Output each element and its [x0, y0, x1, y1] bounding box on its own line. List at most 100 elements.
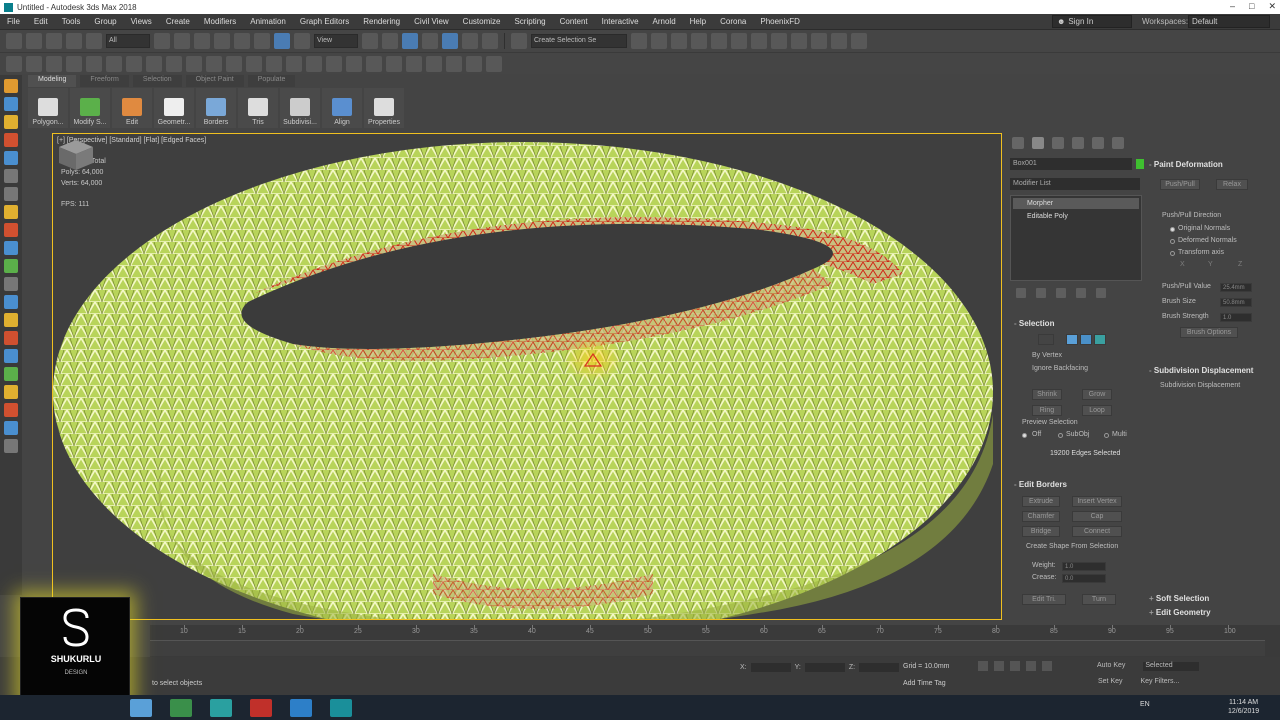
app-icon-green[interactable] [170, 698, 192, 717]
paint-tool-icon[interactable] [4, 223, 18, 237]
edit-borders-rollout-title[interactable]: Edit Borders [1014, 480, 1067, 489]
keyboard-shortcut-icon[interactable] [402, 33, 418, 49]
transform-axis-radio[interactable] [1170, 251, 1175, 256]
spacewarp-tool-icon[interactable] [4, 187, 18, 201]
clock[interactable]: 11:14 AM 12/6/2019 [1228, 698, 1259, 716]
sun-icon[interactable] [166, 55, 182, 72]
rendered-frame-icon[interactable] [791, 33, 807, 49]
menu-arnold[interactable]: Arnold [646, 17, 683, 26]
brush-size-spinner[interactable]: 50.8mm [1220, 298, 1252, 307]
z-coord-field[interactable] [859, 663, 900, 672]
camera-icon[interactable] [226, 55, 242, 72]
edit-named-sets-icon[interactable] [511, 33, 527, 49]
configure-sets-icon[interactable] [1096, 288, 1106, 298]
grow-button[interactable]: Grow [1082, 389, 1112, 400]
menu-animation[interactable]: Animation [243, 17, 293, 26]
brush-strength-spinner[interactable]: 1.0 [1220, 313, 1252, 322]
object-color-swatch[interactable] [1136, 159, 1144, 169]
motion-tab-icon[interactable] [1072, 137, 1084, 149]
add-time-tag-button[interactable]: Add Time Tag [903, 680, 946, 687]
curve-editor-icon[interactable] [711, 33, 727, 49]
undo-icon[interactable] [6, 33, 22, 49]
auto-key-button[interactable]: Auto Key [1097, 662, 1125, 669]
edit-tri-button[interactable]: Edit Tri. [1022, 594, 1066, 605]
menu-civil-view[interactable]: Civil View [407, 17, 456, 26]
pivot-icon[interactable] [362, 33, 378, 49]
object-name-field[interactable]: Box001 [1010, 158, 1132, 170]
selection-filter-dropdown[interactable]: All [106, 34, 150, 48]
maximize-icon[interactable]: □ [1249, 1, 1254, 12]
window-crossing-icon[interactable] [214, 33, 230, 49]
pin-stack-icon[interactable] [1016, 288, 1026, 298]
vertex-mode-icon[interactable] [1038, 334, 1054, 345]
goto-start-icon[interactable] [978, 661, 988, 671]
prev-frame-icon[interactable] [994, 661, 1004, 671]
ribbon-modify-button[interactable]: Modify S... [70, 88, 110, 128]
ribbon-edit-button[interactable]: Edit [112, 88, 152, 128]
extrude-tool-icon[interactable] [4, 259, 18, 273]
sphere-icon[interactable] [126, 55, 142, 72]
ref-coord-dropdown[interactable]: View [314, 34, 358, 48]
axis-z-label[interactable]: Z [1238, 261, 1242, 268]
modifier-list-dropdown[interactable]: Modifier List [1010, 178, 1140, 190]
target-tool-icon[interactable] [4, 331, 18, 345]
teapot-icon[interactable] [66, 55, 82, 72]
display-tab-icon[interactable] [1092, 137, 1104, 149]
cut-tool-icon[interactable] [4, 241, 18, 255]
snapshot-icon[interactable] [326, 55, 342, 72]
paint-icon[interactable] [306, 55, 322, 72]
tab-selection[interactable]: Selection [132, 75, 182, 87]
menu-tools[interactable]: Tools [55, 17, 88, 26]
tab-object-paint[interactable]: Object Paint [185, 75, 244, 87]
render-teapot-icon[interactable] [86, 55, 102, 72]
fluid-icon[interactable] [206, 55, 222, 72]
modify-tab-icon[interactable] [1032, 137, 1044, 149]
menu-edit[interactable]: Edit [27, 17, 55, 26]
frame-buffer-icon[interactable] [446, 55, 462, 72]
schematic-view-icon[interactable] [731, 33, 747, 49]
menu-scripting[interactable]: Scripting [507, 17, 552, 26]
ring-button[interactable]: Ring [1032, 405, 1062, 416]
pin-icon[interactable] [466, 55, 482, 72]
key-mode-dropdown[interactable]: Selected [1143, 662, 1200, 671]
soft-selection-rollout-title[interactable]: Soft Selection [1149, 594, 1209, 603]
ribbon-borders-button[interactable]: Borders [196, 88, 236, 128]
globe-icon[interactable] [266, 55, 282, 72]
connect-tool-icon[interactable] [4, 349, 18, 363]
light-icon[interactable] [146, 55, 162, 72]
ribbon-align-button[interactable]: Align [322, 88, 362, 128]
array-icon[interactable] [346, 55, 362, 72]
render-production-icon[interactable] [831, 33, 847, 49]
connect-button[interactable]: Connect [1072, 526, 1122, 537]
phoenix-icon[interactable] [426, 55, 442, 72]
menu-corona[interactable]: Corona [713, 17, 753, 26]
menu-views[interactable]: Views [124, 17, 159, 26]
torus-wireframe-mesh[interactable] [53, 134, 1002, 620]
material-editor-icon[interactable] [751, 33, 767, 49]
unlink-icon[interactable] [66, 33, 82, 49]
align-icon[interactable] [651, 33, 667, 49]
place-icon[interactable] [294, 33, 310, 49]
menu-content[interactable]: Content [553, 17, 595, 26]
menu-rendering[interactable]: Rendering [356, 17, 407, 26]
grid-icon[interactable] [46, 55, 62, 72]
weld-tool-icon[interactable] [4, 313, 18, 327]
axis-x-label[interactable]: X [1180, 261, 1185, 268]
layer-explorer-icon[interactable] [671, 33, 687, 49]
menu-customize[interactable]: Customize [456, 17, 508, 26]
make-unique-icon[interactable] [1056, 288, 1066, 298]
menu-help[interactable]: Help [683, 17, 713, 26]
file-explorer-icon[interactable] [130, 698, 152, 717]
border-mode-icon[interactable] [1080, 334, 1092, 345]
corona-icon[interactable] [406, 55, 422, 72]
particles-icon[interactable] [186, 55, 202, 72]
link-icon[interactable] [46, 33, 62, 49]
light-tool-icon[interactable] [4, 115, 18, 129]
play-icon[interactable] [1010, 661, 1020, 671]
create-shape-button[interactable]: Create Shape From Selection [1026, 543, 1118, 550]
stack-item-editable-poly[interactable]: Editable Poly [1013, 211, 1139, 222]
ignore-backfacing-checkbox[interactable]: Ignore Backfacing [1032, 365, 1088, 372]
ribbon-polygon-button[interactable]: Polygon... [28, 88, 68, 128]
loop-button[interactable]: Loop [1082, 405, 1112, 416]
utilities-tab-icon[interactable] [1112, 137, 1124, 149]
